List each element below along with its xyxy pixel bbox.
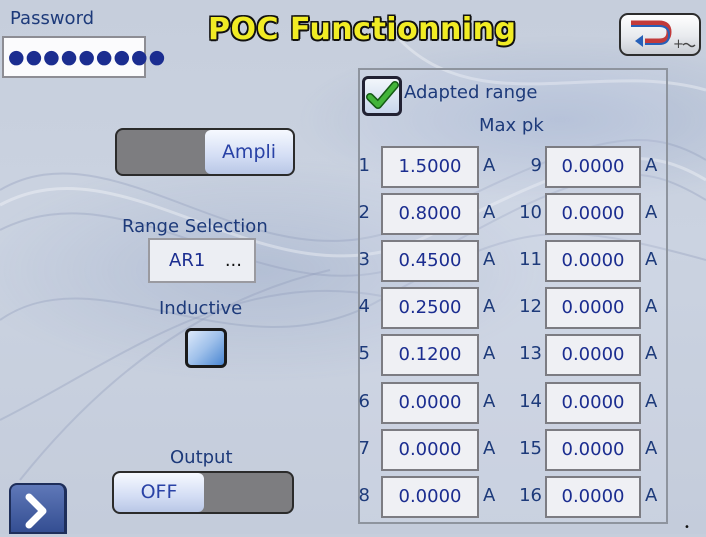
channel-value-field[interactable]: 0.0000 [545, 240, 641, 282]
mode-toggle-knob[interactable]: Ampli [205, 130, 293, 174]
unit-label: A [483, 438, 496, 459]
unit-label: A [645, 343, 658, 364]
channel-value-field[interactable]: 0.0000 [545, 476, 641, 518]
unit-label: A [645, 155, 658, 176]
inductive-label: Inductive [159, 298, 243, 319]
channel-number: 7 [358, 438, 370, 459]
channel-value-field[interactable]: 0.0000 [381, 382, 479, 424]
checkmark-icon [366, 81, 399, 109]
output-label: Output [170, 447, 233, 468]
unit-label: A [645, 438, 658, 459]
corner-marker: • [684, 522, 690, 533]
unit-label: A [483, 155, 496, 176]
unit-label: A [483, 391, 496, 412]
return-icon: + [631, 20, 696, 52]
unit-label: A [483, 249, 496, 270]
channel-value-field[interactable]: 1.5000 [381, 146, 479, 188]
channel-number: 4 [358, 296, 370, 317]
inductive-checkbox[interactable] [185, 328, 227, 368]
mode-toggle[interactable]: Ampli [115, 128, 295, 176]
channel-number: 16 [519, 485, 542, 506]
adapted-range-checkbox[interactable] [362, 76, 402, 116]
range-ellipsis: ... [224, 250, 242, 271]
page-title: POC Functionning [208, 12, 517, 47]
channel-value-field[interactable]: 0.0000 [381, 476, 479, 518]
password-field[interactable]: ●●●●●●●●● [2, 36, 165, 78]
channel-number: 6 [358, 391, 370, 412]
channel-number: 5 [358, 343, 370, 364]
channel-value-field[interactable]: 0.0000 [381, 429, 479, 471]
channel-number: 11 [519, 249, 542, 270]
channel-number: 3 [358, 249, 370, 270]
channel-number: 1 [358, 155, 370, 176]
unit-label: A [645, 485, 658, 506]
channel-number: 14 [519, 391, 542, 412]
unit-label: A [645, 391, 658, 412]
channel-number: 13 [519, 343, 542, 364]
unit-label: A [483, 202, 496, 223]
chevron-right-icon [25, 493, 47, 529]
channel-value-field[interactable]: 0.4500 [381, 240, 479, 282]
unit-label: A [645, 249, 658, 270]
adapted-range-label: Adapted range [404, 82, 538, 103]
unit-label: A [483, 343, 496, 364]
channel-value-field[interactable]: 0.0000 [545, 146, 641, 188]
channel-value-field[interactable]: 0.1200 [381, 334, 479, 376]
channel-number: 12 [519, 296, 542, 317]
unit-label: A [645, 296, 658, 317]
range-selector[interactable]: AR1 ... [148, 238, 256, 283]
unit-label: A [645, 202, 658, 223]
range-selection-label: Range Selection [122, 216, 268, 237]
channel-number: 9 [530, 155, 542, 176]
return-button[interactable]: + [619, 13, 701, 56]
channel-value-field[interactable]: 0.0000 [545, 334, 641, 376]
password-label: Password [10, 8, 95, 29]
unit-label: A [483, 485, 496, 506]
max-pk-label: Max pk [479, 115, 544, 136]
range-value: AR1 [169, 250, 206, 271]
svg-text:+: + [673, 37, 684, 52]
channel-value-field[interactable]: 0.0000 [545, 193, 641, 235]
channel-number: 15 [519, 438, 542, 459]
channel-number: 10 [519, 202, 542, 223]
channel-value-field[interactable]: 0.0000 [545, 429, 641, 471]
channel-value-field[interactable]: 0.0000 [545, 382, 641, 424]
channel-value-field[interactable]: 0.2500 [381, 287, 479, 329]
channel-value-field[interactable]: 0.8000 [381, 193, 479, 235]
output-toggle-knob[interactable]: OFF [114, 473, 204, 512]
output-toggle[interactable]: OFF [112, 471, 294, 514]
nav-next-button[interactable] [9, 483, 67, 534]
channel-number: 2 [358, 202, 370, 223]
channel-number: 8 [358, 485, 370, 506]
unit-label: A [483, 296, 496, 317]
channel-value-field[interactable]: 0.0000 [545, 287, 641, 329]
